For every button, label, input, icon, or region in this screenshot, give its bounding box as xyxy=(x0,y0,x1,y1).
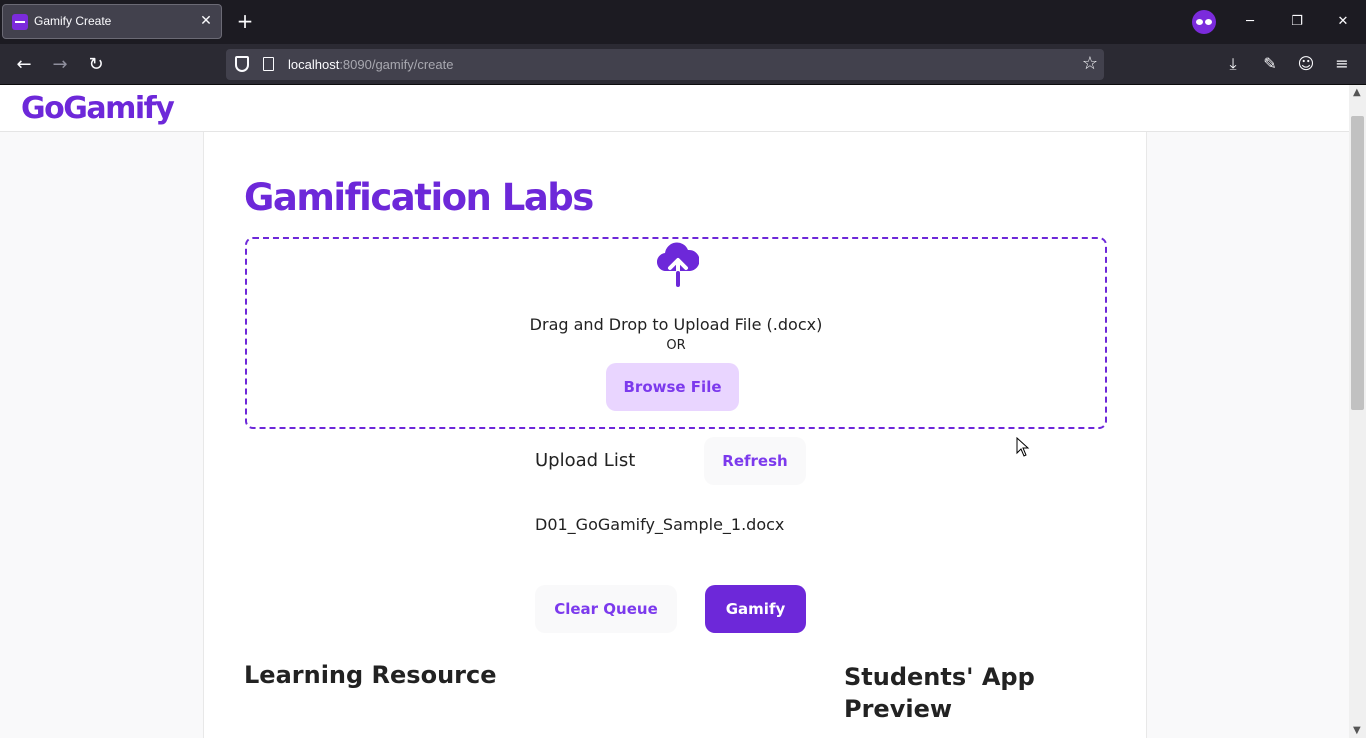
tab-title: Gamify Create xyxy=(34,14,112,28)
file-dropzone[interactable]: Drag and Drop to Upload File (.docx) OR … xyxy=(245,237,1107,429)
tracking-protection-icon[interactable] xyxy=(235,56,249,72)
scroll-up-icon[interactable]: ▲ xyxy=(1353,87,1361,98)
minimize-icon[interactable]: ─ xyxy=(1240,12,1260,32)
browser-tabbar: Gamify Create ✕ + ─ ❐ ✕ xyxy=(0,0,1366,44)
extension-avatar-icon[interactable]: ☺ xyxy=(1295,53,1317,75)
cloud-upload-icon xyxy=(657,242,699,287)
forward-icon[interactable]: → xyxy=(48,53,72,77)
dropzone-or: OR xyxy=(666,338,686,353)
site-logo[interactable]: GoGamify xyxy=(21,91,175,126)
new-tab-button[interactable]: + xyxy=(234,11,256,33)
page-viewport: GoGamify Gamification Labs Drag and Drop… xyxy=(0,85,1349,738)
close-window-icon[interactable]: ✕ xyxy=(1333,12,1353,32)
url-bar[interactable]: localhost:8090/gamify/create ☆ xyxy=(226,49,1104,80)
scroll-down-icon[interactable]: ▼ xyxy=(1353,725,1361,736)
private-browsing-icon xyxy=(1192,10,1216,34)
menu-icon[interactable]: ≡ xyxy=(1331,53,1353,75)
back-icon[interactable]: ← xyxy=(12,53,36,77)
close-tab-icon[interactable]: ✕ xyxy=(197,12,215,30)
browse-file-button[interactable]: Browse File xyxy=(606,363,739,411)
browser-tab[interactable]: Gamify Create ✕ xyxy=(2,4,222,39)
bookmark-star-icon[interactable]: ☆ xyxy=(1082,53,1098,74)
url-text[interactable]: localhost:8090/gamify/create xyxy=(288,57,454,72)
learning-resource-heading: Learning Resource xyxy=(244,661,497,689)
wrench-icon[interactable]: ✎ xyxy=(1259,53,1281,75)
students-preview-heading: Students' App Preview xyxy=(844,663,1035,723)
page-info-icon[interactable] xyxy=(263,57,274,71)
clear-queue-button[interactable]: Clear Queue xyxy=(535,585,677,633)
browser-navbar: ← → ↻ localhost:8090/gamify/create ☆ ⤓ ✎… xyxy=(0,44,1366,85)
reload-icon[interactable]: ↻ xyxy=(84,53,108,77)
scroll-thumb[interactable] xyxy=(1351,116,1364,410)
dropzone-instruction: Drag and Drop to Upload File (.docx) xyxy=(529,315,823,334)
upload-list-label: Upload List xyxy=(535,450,636,471)
list-item: D01_GoGamify_Sample_1.docx xyxy=(535,515,785,534)
restore-icon[interactable]: ❐ xyxy=(1287,12,1307,32)
page-title: Gamification Labs xyxy=(244,176,594,219)
downloads-icon[interactable]: ⤓ xyxy=(1222,53,1244,75)
mouse-cursor-icon xyxy=(1016,437,1030,457)
page-scrollbar[interactable]: ▲ ▼ xyxy=(1349,85,1366,738)
gamify-favicon-icon xyxy=(12,14,28,30)
refresh-button[interactable]: Refresh xyxy=(704,437,806,485)
gamify-button[interactable]: Gamify xyxy=(705,585,806,633)
site-header: GoGamify xyxy=(0,85,1349,132)
main-card: Gamification Labs Drag and Drop to Uploa… xyxy=(203,132,1147,738)
